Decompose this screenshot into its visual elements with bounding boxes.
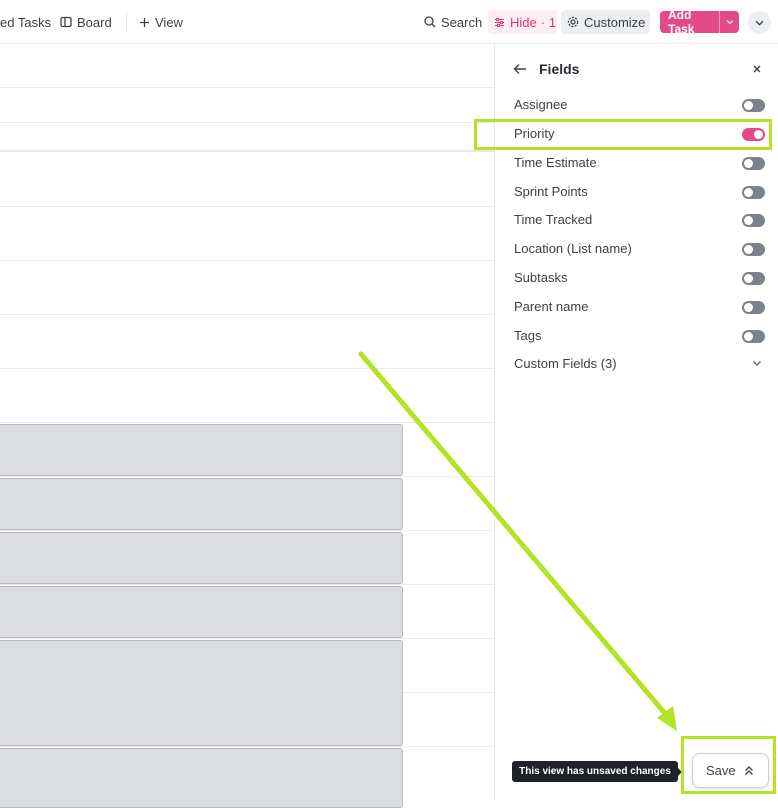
save-highlight-box bbox=[681, 736, 776, 794]
unsaved-changes-tooltip: This view has unsaved changes bbox=[512, 761, 682, 782]
annotation-arrow bbox=[358, 351, 677, 731]
